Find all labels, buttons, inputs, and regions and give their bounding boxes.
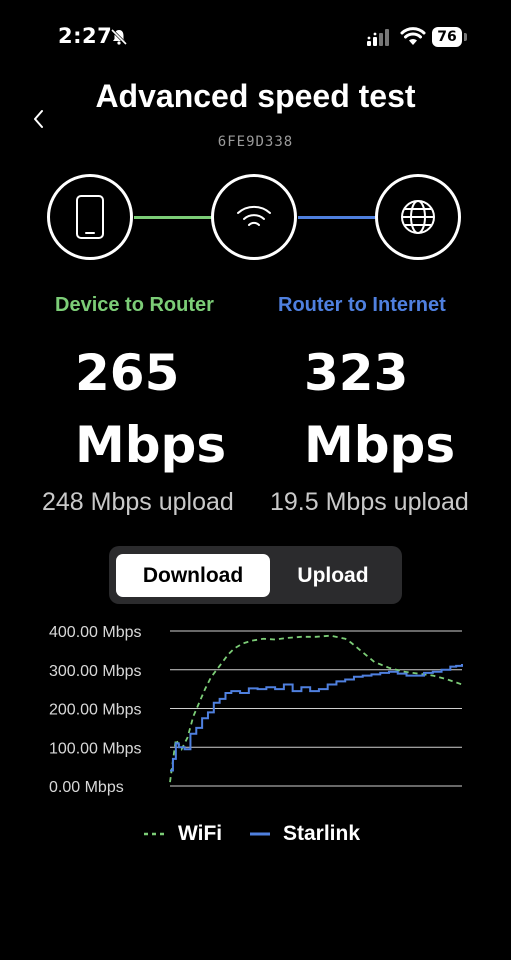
device-to-router-download-unit: Mbps — [75, 416, 227, 474]
starlink-series-line — [170, 663, 463, 772]
device-node — [47, 174, 133, 260]
status-time: 2:27 — [58, 24, 113, 48]
download-tab[interactable]: Download — [116, 554, 270, 597]
router-to-internet-download-value: 323 — [304, 344, 409, 402]
router-internet-link — [298, 216, 376, 219]
device-router-link — [134, 216, 212, 219]
starlink-legend-swatch — [250, 832, 270, 836]
y-tick-label: 300.00 Mbps — [49, 663, 142, 680]
status-bar: 2:27 76 — [0, 0, 511, 60]
y-tick-label: 200.00 Mbps — [49, 702, 142, 719]
globe-icon — [401, 200, 435, 234]
battery-tip — [464, 33, 467, 41]
battery-indicator: 76 — [432, 27, 462, 47]
wifi-icon — [237, 205, 271, 226]
cellular-signal-icon — [367, 29, 389, 46]
bell-muted-icon — [110, 28, 128, 46]
y-tick-label: 400.00 Mbps — [49, 624, 142, 641]
router-to-internet-download-unit: Mbps — [304, 416, 456, 474]
download-upload-toggle: Download Upload — [109, 546, 402, 604]
starlink-legend-label: Starlink — [283, 822, 361, 845]
y-tick-label: 100.00 Mbps — [49, 740, 142, 757]
router-to-internet-upload: 19.5 Mbps upload — [270, 488, 469, 516]
router-node — [211, 174, 297, 260]
y-tick-label: 0.00 Mbps — [49, 779, 124, 796]
device-to-router-label: Device to Router — [55, 294, 214, 316]
device-id: 6FE9D338 — [217, 134, 294, 150]
internet-node — [375, 174, 461, 260]
device-to-router-upload: 248 Mbps upload — [42, 488, 234, 516]
wifi-legend-swatch — [144, 832, 166, 836]
router-to-internet-label: Router to Internet — [278, 294, 446, 316]
phone-icon — [76, 195, 104, 239]
upload-tab[interactable]: Upload — [276, 554, 390, 597]
wifi-legend-label: WiFi — [178, 822, 223, 845]
wifi-status-icon — [400, 27, 426, 45]
device-to-router-download-value: 265 — [75, 344, 180, 402]
page-title: Advanced speed test — [95, 78, 416, 114]
